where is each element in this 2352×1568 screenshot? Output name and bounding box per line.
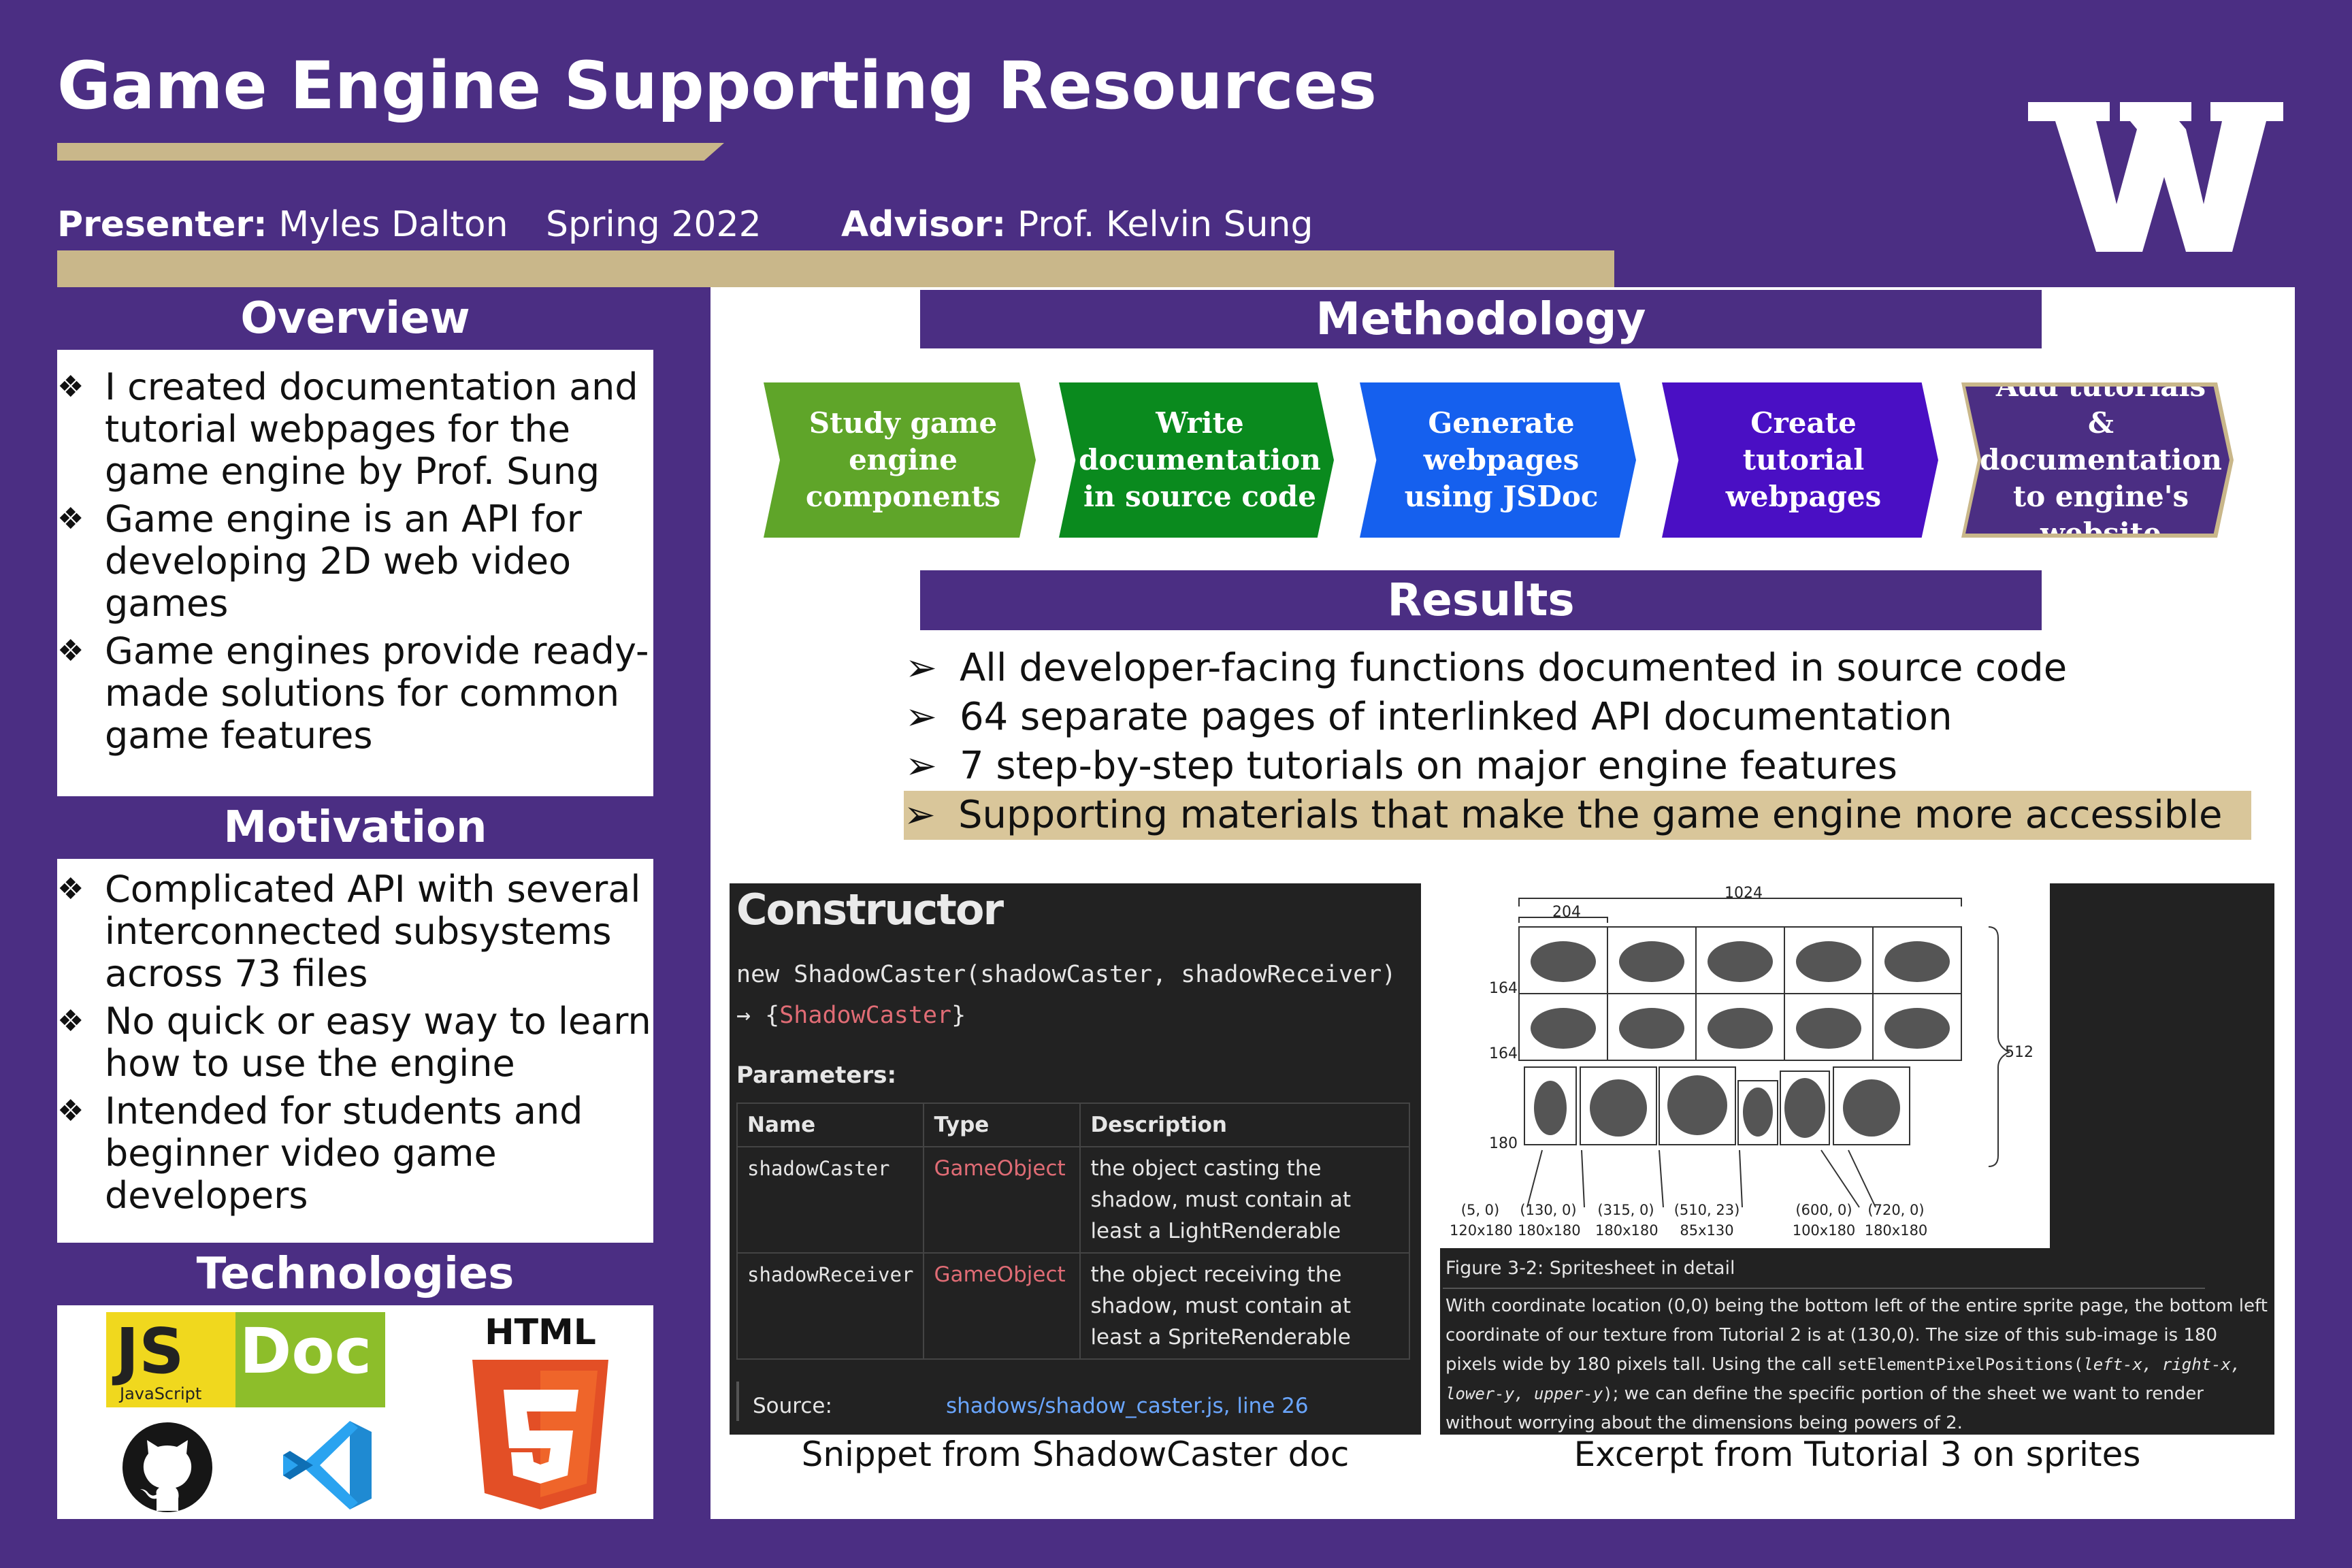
tutorial-excerpt-caption: Excerpt from Tutorial 3 on sprites [1573, 1435, 2141, 1474]
table-row: shadowReceiver GameObject the object rec… [736, 1252, 1410, 1360]
method-step-study: Study game engine components [764, 382, 1036, 538]
presenter-line: Presenter: Myles Dalton [57, 204, 508, 245]
spritesheet-diagram [1518, 898, 2011, 1208]
results-list: ➢ All developer-facing functions document… [904, 644, 2266, 840]
diamond-bullet-icon: ❖ [57, 1004, 84, 1039]
diamond-bullet-icon: ❖ [57, 370, 84, 404]
doc-signature: new ShadowCaster(shadowCaster, shadowRec… [736, 961, 1396, 988]
highlighted-result: ➢ Supporting materials that make the game… [904, 791, 2251, 840]
method-step-website: Add tutorials & documentation to engine'… [1965, 387, 2230, 534]
header-gold-band [57, 250, 1614, 287]
overview-heading: Overview [240, 293, 470, 344]
diamond-bullet-icon: ❖ [57, 872, 84, 906]
diamond-bullet-icon: ❖ [57, 634, 84, 668]
sprite-coord-labels: (5, 0) 120x180 (130, 0) 180x180 (315, 0)… [1450, 1202, 1928, 1239]
poster-title: Game Engine Supporting Resources [57, 48, 1377, 124]
github-logo-icon [113, 1418, 222, 1514]
motivation-list: ❖ Complicated API with several interconne… [57, 868, 653, 1217]
dim-row3: 180 [1489, 1135, 1518, 1152]
uw-w-logo-icon [2028, 102, 2283, 252]
presenter-label: Presenter: [57, 204, 267, 245]
jsdoc-doc-block: Doc [235, 1312, 385, 1407]
term-text: Spring 2022 [546, 204, 762, 245]
technologies-heading: Technologies [196, 1249, 514, 1299]
doc-snippet-caption: Snippet from ShadowCaster doc [801, 1435, 1350, 1474]
list-item: ➢ All developer-facing functions document… [905, 644, 2266, 693]
list-item: ❖ Game engines provide ready-made solutio… [57, 630, 649, 757]
vscode-logo-icon [282, 1421, 377, 1509]
spritesheet-figure: 1024 204 512 164 164 180 (5, 0) 120x180 … [1440, 883, 2050, 1248]
advisor-line: Advisor: Prof. Kelvin Sung [841, 204, 1313, 245]
list-item: ➢ 64 separate pages of interlinked API do… [905, 693, 2266, 742]
arrow-bullet-icon: ➢ [904, 793, 936, 837]
presenter-name: Myles Dalton [278, 204, 508, 245]
list-item: ➢ 7 step-by-step tutorials on major engin… [905, 742, 2266, 791]
technologies-panel: JS JavaScript Doc HTML [57, 1305, 653, 1519]
dim-width: 1024 [1725, 885, 1763, 902]
advisor-label: Advisor: [841, 204, 1007, 245]
doc-returns: → {ShadowCaster} [736, 1002, 966, 1029]
overview-list: ❖ I created documentation and tutorial we… [57, 366, 653, 757]
diamond-bullet-icon: ❖ [57, 1094, 84, 1128]
title-underline [57, 143, 724, 161]
motivation-panel: ❖ Complicated API with several interconne… [57, 859, 653, 1243]
dim-row1: 164 [1489, 980, 1518, 997]
diamond-bullet-icon: ❖ [57, 502, 84, 536]
doc-snippet-screenshot: Constructor new ShadowCaster(shadowCaste… [730, 883, 1421, 1435]
arrow-bullet-icon: ➢ [905, 744, 937, 788]
doc-source-link[interactable]: shadows/shadow_caster.js, line 26 [946, 1394, 1309, 1418]
methodology-heading: Methodology [920, 290, 2042, 348]
list-item: ❖ No quick or easy way to learn how to us… [57, 1000, 651, 1085]
doc-constructor-heading: Constructor [736, 885, 1004, 934]
tutorial-paragraph: With coordinate location (0,0) being the… [1446, 1296, 2268, 1433]
advisor-name: Prof. Kelvin Sung [1017, 204, 1313, 245]
dim-cell-width: 204 [1552, 904, 1581, 921]
table-row: shadowCaster GameObject the object casti… [736, 1146, 1410, 1254]
doc-source-label: Source: [753, 1394, 832, 1418]
html5-logo-icon: HTML [466, 1312, 615, 1509]
arrow-bullet-icon: ➢ [905, 646, 937, 690]
dim-height: 512 [2005, 1044, 2034, 1061]
list-item: ❖ Intended for students and beginner vide… [57, 1090, 583, 1217]
method-step-generate: Generate webpages using JSDoc [1360, 382, 1636, 538]
list-item: ❖ Game engine is an API for developing 2D… [57, 497, 582, 625]
motivation-heading: Motivation [223, 802, 487, 853]
tutorial-excerpt-screenshot: 1024 204 512 164 164 180 (5, 0) 120x180 … [1440, 883, 2274, 1435]
params-table: Name Type Description shadowCaster GameO… [736, 1102, 1410, 1360]
list-item: ❖ Complicated API with several interconne… [57, 868, 641, 995]
jsdoc-logo-icon: JS JavaScript [106, 1312, 235, 1407]
method-step-tutorials: Create tutorial webpages [1662, 382, 1938, 538]
figure-caption: Figure 3-2: Spritesheet in detail [1446, 1258, 1735, 1279]
doc-return-type: ShadowCaster [779, 1002, 952, 1029]
dim-row2: 164 [1489, 1045, 1518, 1062]
arrow-bullet-icon: ➢ [905, 695, 937, 739]
doc-params-heading: Parameters: [736, 1062, 897, 1089]
table-header-row: Name Type Description [736, 1102, 1410, 1147]
results-heading: Results [920, 570, 2042, 630]
method-step-write-docs: Write documentation in source code [1059, 382, 1334, 538]
list-item: ❖ I created documentation and tutorial we… [57, 365, 638, 493]
overview-panel: ❖ I created documentation and tutorial we… [57, 350, 653, 796]
